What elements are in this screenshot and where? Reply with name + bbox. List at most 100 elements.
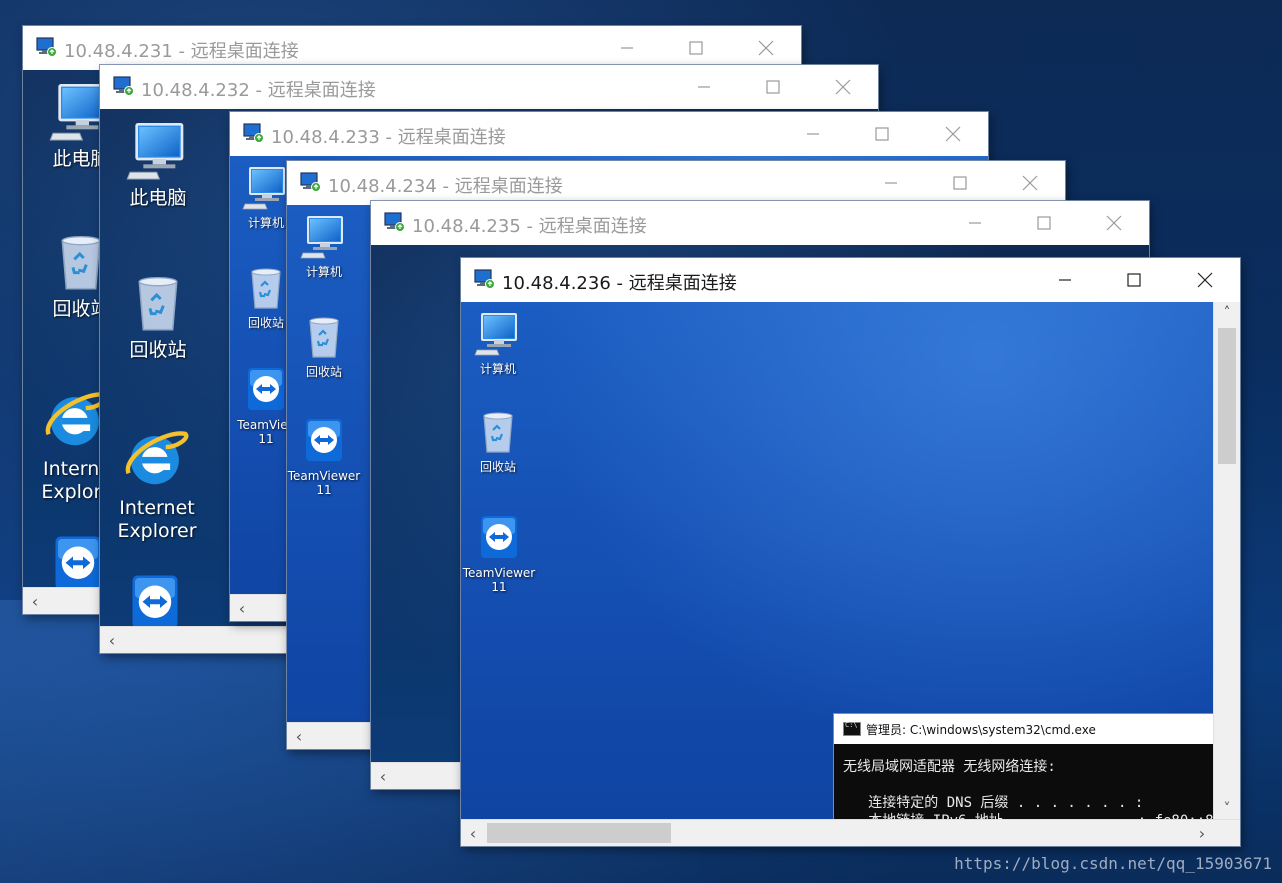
minimize-button[interactable] xyxy=(676,65,732,109)
scroll-left-icon[interactable]: ‹ xyxy=(461,820,485,846)
close-button[interactable] xyxy=(1177,258,1233,302)
maximize-icon xyxy=(1126,272,1142,288)
rdp-window-236[interactable]: 10.48.4.236 - 远程桌面连接 计算机 回收站 TeamViewer … xyxy=(461,258,1240,846)
teamviewer-icon xyxy=(475,514,523,562)
maximize-button[interactable] xyxy=(745,65,801,109)
maximize-button[interactable] xyxy=(854,112,910,156)
scroll-left-icon[interactable]: ‹ xyxy=(23,588,47,614)
recycle-bin-icon xyxy=(300,313,348,361)
cmd-console[interactable]: 无线局域网适配器 无线网络连接: 连接特定的 DNS 后缀 . . . . . … xyxy=(834,744,1214,820)
remote-desktop-icon xyxy=(299,172,321,192)
maximize-icon xyxy=(874,126,890,142)
desktop-icon-computer[interactable]: 计算机 xyxy=(468,310,528,376)
horizontal-scroll-thumb[interactable] xyxy=(487,823,671,843)
computer-icon xyxy=(300,213,348,261)
scroll-left-icon[interactable]: ‹ xyxy=(287,723,311,749)
scroll-up-icon[interactable]: ˄ xyxy=(1214,302,1240,324)
scroll-left-icon[interactable]: ‹ xyxy=(371,763,395,789)
cmd-line: 无线局域网适配器 无线网络连接: xyxy=(843,759,1056,775)
cmd-line: 连接特定的 DNS 后缀 . . . . . . . : xyxy=(843,795,1144,811)
minimize-icon xyxy=(883,175,899,191)
icon-label-line1: TeamViewer xyxy=(462,566,536,580)
window-title: 10.48.4.234 - 远程桌面连接 xyxy=(328,176,563,197)
desktop-icon-recycle-bin[interactable]: 回收站 xyxy=(118,271,198,362)
minimize-icon xyxy=(1057,272,1073,288)
desktop-icon-computer[interactable]: 此电脑 xyxy=(118,119,198,210)
computer-icon xyxy=(126,119,190,183)
window-title: 10.48.4.231 - 远程桌面连接 xyxy=(64,41,299,62)
horizontal-scrollbar[interactable]: ‹ › xyxy=(461,819,1240,846)
scroll-left-icon[interactable]: ‹ xyxy=(100,627,124,653)
close-button[interactable] xyxy=(738,26,794,70)
icon-label-line1: Internet xyxy=(119,497,195,519)
vertical-scrollbar[interactable]: ˄ ˅ xyxy=(1213,302,1240,820)
cmd-titlebar[interactable]: 管理员: C:\windows\system32\cmd.exe xyxy=(834,714,1214,744)
minimize-icon xyxy=(696,79,712,95)
cmd-line xyxy=(843,776,1206,794)
close-button[interactable] xyxy=(1002,161,1058,205)
maximize-button[interactable] xyxy=(932,161,988,205)
close-button[interactable] xyxy=(815,65,871,109)
icon-label-line2: 11 xyxy=(316,483,332,498)
close-icon xyxy=(1022,175,1038,191)
recycle-bin-icon xyxy=(126,271,190,335)
close-button[interactable] xyxy=(925,112,981,156)
close-button[interactable] xyxy=(1086,201,1142,245)
scroll-down-icon[interactable]: ˅ xyxy=(1214,798,1240,820)
minimize-icon xyxy=(967,215,983,231)
icon-label: 回收站 xyxy=(305,365,342,379)
maximize-icon xyxy=(1036,215,1052,231)
titlebar[interactable]: 10.48.4.231 - 远程桌面连接 xyxy=(23,26,801,70)
scroll-left-icon[interactable]: ‹ xyxy=(230,595,254,621)
desktop-icon-recycle-bin[interactable]: 回收站 xyxy=(468,408,528,474)
maximize-icon xyxy=(952,175,968,191)
remote-desktop-icon xyxy=(112,76,134,96)
cmd-window[interactable]: 管理员: C:\windows\system32\cmd.exe 无线局域网适配… xyxy=(834,714,1214,820)
window-title: 10.48.4.233 - 远程桌面连接 xyxy=(271,127,506,148)
titlebar[interactable]: 10.48.4.232 - 远程桌面连接 xyxy=(100,65,878,109)
computer-icon xyxy=(474,310,522,358)
remote-desktop-area[interactable]: 计算机 回收站 TeamViewer 11 管理员: C:\windows\sy… xyxy=(461,302,1214,820)
icon-label: 回收站 xyxy=(129,339,187,361)
titlebar[interactable]: 10.48.4.233 - 远程桌面连接 xyxy=(230,112,988,156)
icon-label: 此电脑 xyxy=(129,187,187,209)
desktop-icon-computer[interactable]: 计算机 xyxy=(293,213,355,279)
watermark: https://blog.csdn.net/qq_15903671 xyxy=(954,854,1272,873)
desktop-icon-teamviewer[interactable]: TeamViewer 11 xyxy=(461,514,537,595)
desktop-icon-internet-explorer[interactable]: Internet Explorer xyxy=(114,423,200,543)
close-icon xyxy=(1106,215,1122,231)
window-title: 10.48.4.236 - 远程桌面连接 xyxy=(502,273,737,294)
scroll-right-icon[interactable]: › xyxy=(1190,820,1214,846)
remote-desktop-icon xyxy=(35,37,57,57)
remote-desktop-icon xyxy=(242,123,264,143)
maximize-icon xyxy=(688,40,704,56)
teamviewer-icon xyxy=(242,366,290,414)
titlebar[interactable]: 10.48.4.236 - 远程桌面连接 xyxy=(461,258,1240,302)
minimize-button[interactable] xyxy=(1037,258,1093,302)
maximize-icon xyxy=(765,79,781,95)
minimize-button[interactable] xyxy=(785,112,841,156)
internet-explorer-icon xyxy=(122,423,192,493)
titlebar[interactable]: 10.48.4.234 - 远程桌面连接 xyxy=(287,161,1065,205)
minimize-button[interactable] xyxy=(947,201,1003,245)
icon-label: 计算机 xyxy=(479,362,516,376)
icon-label: 计算机 xyxy=(305,265,342,279)
icon-label-line2: Explorer xyxy=(117,519,197,542)
maximize-button[interactable] xyxy=(1106,258,1162,302)
desktop-icon-recycle-bin[interactable]: 回收站 xyxy=(293,313,355,379)
icon-label: 回收站 xyxy=(479,460,516,474)
titlebar[interactable]: 10.48.4.235 - 远程桌面连接 xyxy=(371,201,1149,245)
teamviewer-icon xyxy=(300,417,348,465)
remote-desktop-icon xyxy=(473,269,495,289)
minimize-button[interactable] xyxy=(599,26,655,70)
maximize-button[interactable] xyxy=(668,26,724,70)
desktop-icon-teamviewer[interactable]: TeamViewer 11 xyxy=(287,417,361,498)
recycle-bin-icon xyxy=(242,264,290,312)
minimize-button[interactable] xyxy=(863,161,919,205)
cmd-title: 管理员: C:\windows\system32\cmd.exe xyxy=(866,722,1096,737)
minimize-icon xyxy=(619,40,635,56)
window-title: 10.48.4.232 - 远程桌面连接 xyxy=(141,80,376,101)
window-title: 10.48.4.235 - 远程桌面连接 xyxy=(412,216,647,237)
vertical-scroll-thumb[interactable] xyxy=(1218,328,1236,464)
maximize-button[interactable] xyxy=(1016,201,1072,245)
